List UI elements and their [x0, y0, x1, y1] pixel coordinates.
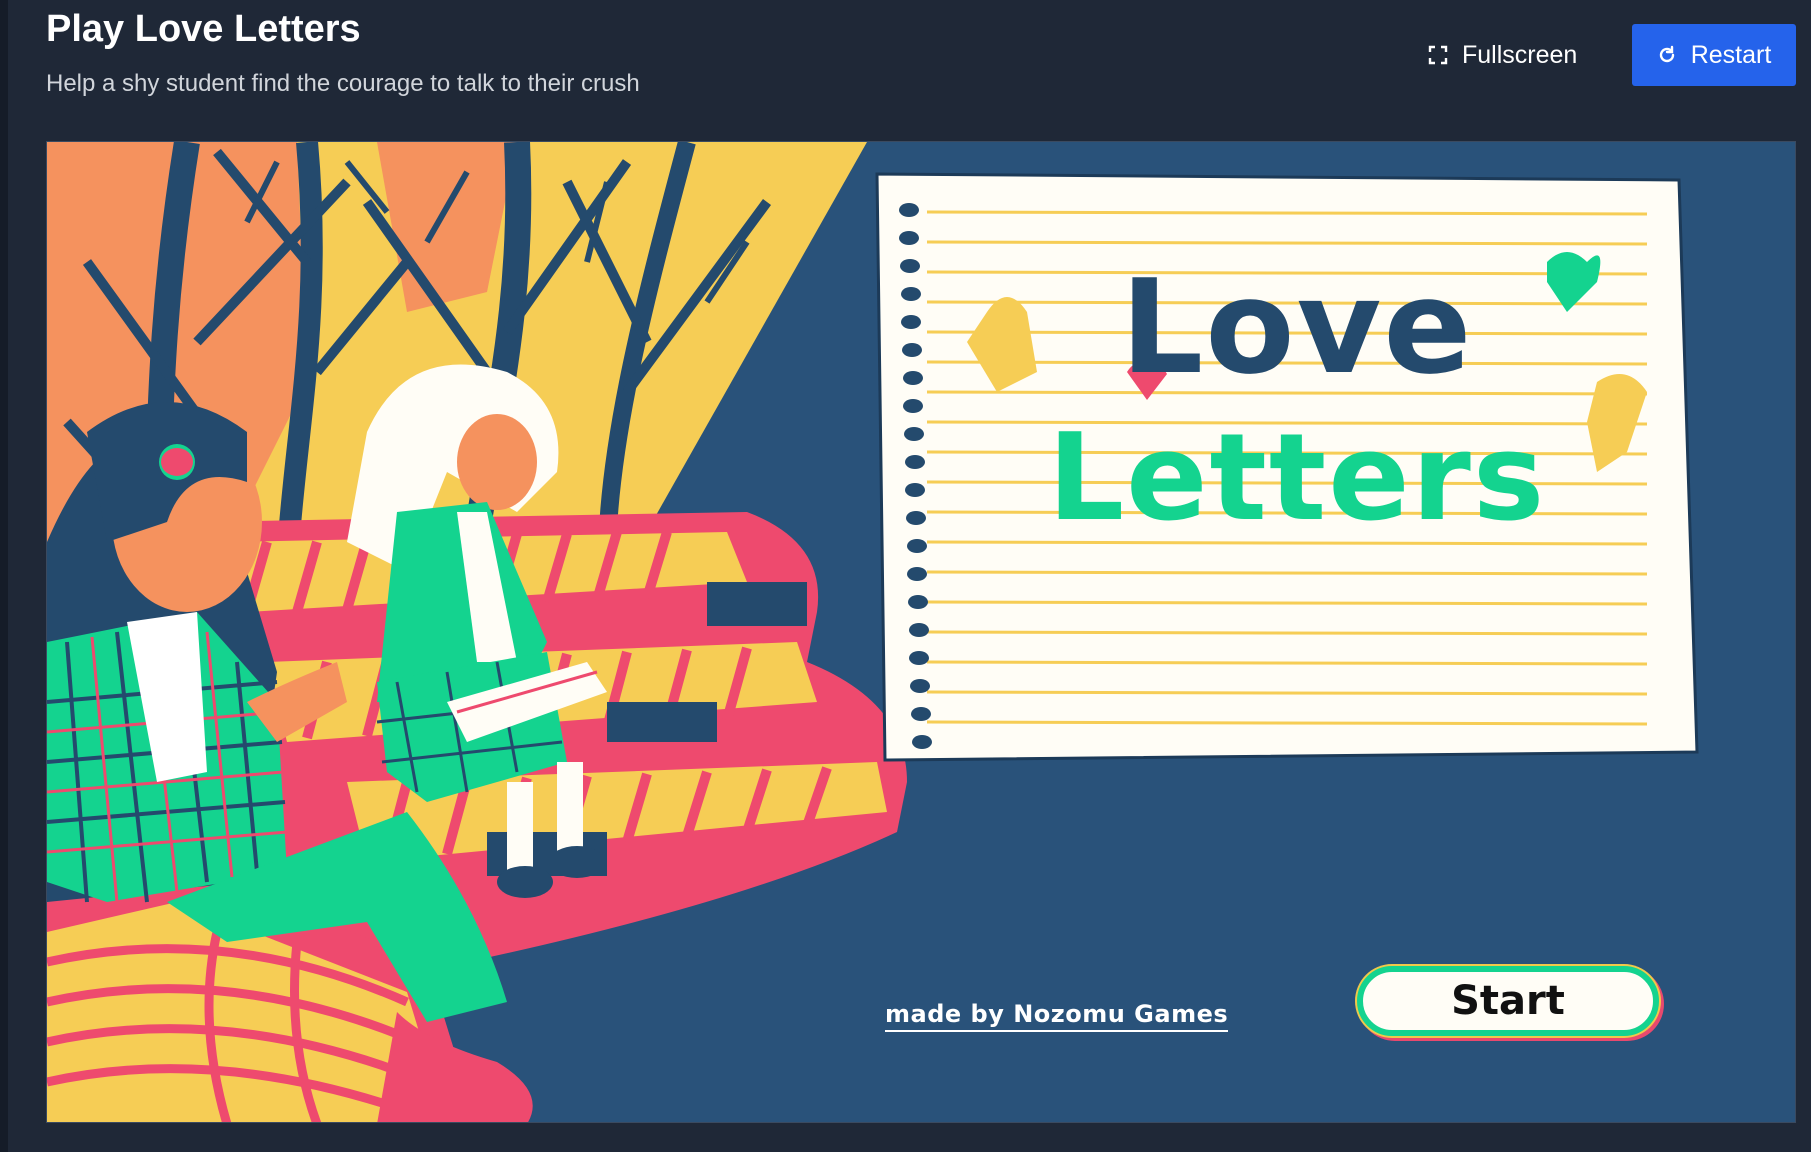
restart-icon [1659, 45, 1674, 63]
restart-button[interactable]: Restart [1632, 24, 1796, 86]
fullscreen-icon [1428, 45, 1448, 65]
logo-line-love: Love [1120, 251, 1474, 403]
restart-label: Restart [1690, 40, 1772, 69]
fullscreen-button[interactable]: Fullscreen [1428, 28, 1608, 82]
game-canvas[interactable]: Love Letters made by Nozomu Games Start [46, 141, 1796, 1123]
logo-line-letters: Letters [1047, 409, 1547, 548]
fullscreen-label: Fullscreen [1462, 40, 1578, 69]
left-edge-bar [0, 0, 8, 1152]
game-logo: Love Letters [1047, 262, 1547, 544]
page-subtitle: Help a shy student find the courage to t… [46, 70, 640, 97]
start-button[interactable]: Start [1357, 966, 1659, 1036]
page-title: Play Love Letters [46, 8, 361, 50]
credit-link[interactable]: made by Nozomu Games [885, 1000, 1229, 1032]
